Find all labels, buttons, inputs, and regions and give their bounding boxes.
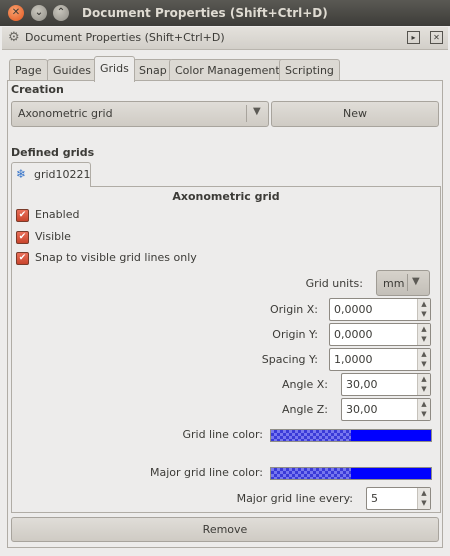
- tab-label: Scripting: [285, 64, 334, 77]
- angle-x-label: Angle X:: [281, 378, 328, 391]
- color-preview: [351, 468, 431, 479]
- visible-checkbox[interactable]: ✔: [16, 231, 29, 244]
- major-grid-every-field[interactable]: 5 ▲ ▼: [366, 487, 431, 510]
- grid-line-color-label: Grid line color:: [182, 428, 263, 441]
- spacing-y-stepper[interactable]: ▲ ▼: [417, 349, 430, 370]
- grid-type-select[interactable]: Axonometric grid ▼: [11, 101, 269, 127]
- tab-label: Grids: [100, 62, 129, 75]
- angle-z-value: 30,00: [346, 403, 378, 416]
- origin-y-label: Origin Y:: [272, 328, 318, 341]
- window-title: Document Properties (Shift+Ctrl+D): [82, 6, 328, 20]
- checkmark-icon: ✔: [18, 210, 27, 220]
- gear-icon: ⚙: [8, 30, 20, 45]
- close-icon: ✕: [433, 33, 440, 42]
- window-close-button[interactable]: ✕: [8, 5, 24, 21]
- tab-label: Color Management: [175, 64, 280, 77]
- enabled-checkbox[interactable]: ✔: [16, 209, 29, 222]
- origin-x-value: 0,0000: [334, 303, 373, 316]
- angle-z-stepper[interactable]: ▲ ▼: [417, 399, 430, 420]
- grid-panel-title: Axonometric grid: [172, 190, 280, 203]
- grid-units-select[interactable]: mm ▼: [376, 270, 430, 296]
- origin-x-field[interactable]: 0,0000 ▲ ▼: [329, 298, 431, 321]
- document-properties-window: ✕ ⌄ ⌃ Document Properties (Shift+Ctrl+D)…: [0, 0, 450, 556]
- origin-x-label: Origin X:: [270, 303, 318, 316]
- origin-y-stepper[interactable]: ▲ ▼: [417, 324, 430, 345]
- tab-grids[interactable]: Grids: [94, 56, 135, 82]
- origin-y-value: 0,0000: [334, 328, 373, 341]
- major-grid-line-color-label: Major grid line color:: [149, 466, 263, 479]
- color-preview: [351, 430, 431, 441]
- divider: [246, 105, 247, 122]
- snowflake-icon: ❄: [16, 167, 27, 181]
- alpha-preview: [271, 430, 351, 441]
- spacing-y-field[interactable]: 1,0000 ▲ ▼: [329, 348, 431, 371]
- tab-snap[interactable]: Snap: [133, 59, 173, 81]
- dock-close-button[interactable]: ✕: [430, 31, 443, 44]
- major-grid-line-color-button[interactable]: [270, 467, 432, 480]
- close-icon: ✕: [11, 7, 21, 18]
- window-maximize-button[interactable]: ⌃: [53, 5, 69, 21]
- alpha-preview: [271, 468, 351, 479]
- play-icon: ▸: [411, 33, 416, 42]
- spacing-y-label: Spacing Y:: [261, 353, 318, 366]
- grid-type-value: Axonometric grid: [18, 107, 113, 120]
- major-grid-every-value: 5: [371, 492, 378, 505]
- tab-page[interactable]: Page: [9, 59, 48, 81]
- dock-title: Document Properties (Shift+Ctrl+D): [25, 31, 225, 44]
- angle-z-label: Angle Z:: [281, 403, 328, 416]
- origin-x-stepper[interactable]: ▲ ▼: [417, 299, 430, 320]
- grid-line-color-button[interactable]: [270, 429, 432, 442]
- snap-visible-only-label: Snap to visible grid lines only: [35, 251, 197, 264]
- tab-label: Guides: [53, 64, 92, 77]
- tab-label: Snap: [139, 64, 167, 77]
- chevron-up-icon: ⌃: [56, 7, 66, 18]
- remove-grid-button[interactable]: Remove: [11, 517, 439, 542]
- angle-x-stepper[interactable]: ▲ ▼: [417, 374, 430, 395]
- angle-z-field[interactable]: 30,00 ▲ ▼: [341, 398, 431, 421]
- snap-visible-only-checkbox[interactable]: ✔: [16, 252, 29, 265]
- dropdown-arrow-icon: ▼: [253, 106, 261, 117]
- tab-scripting[interactable]: Scripting: [279, 59, 340, 81]
- dock-header: ⚙ Document Properties (Shift+Ctrl+D) ▸ ✕: [2, 27, 448, 50]
- enabled-label: Enabled: [35, 208, 80, 221]
- dropdown-arrow-icon: ▼: [412, 276, 420, 287]
- grid-units-value: mm: [383, 277, 405, 290]
- tab-guides[interactable]: Guides: [47, 59, 98, 81]
- new-grid-label: New: [343, 107, 367, 120]
- major-grid-every-label: Major grid line every:: [236, 492, 353, 505]
- visible-label: Visible: [35, 230, 71, 243]
- checkmark-icon: ✔: [18, 253, 27, 263]
- divider: [407, 274, 408, 291]
- dock-iconify-button[interactable]: ▸: [407, 31, 420, 44]
- tab-grid10221[interactable]: ❄ grid10221: [11, 162, 91, 187]
- window-minimize-button[interactable]: ⌄: [31, 5, 47, 21]
- defined-grids-heading: Defined grids: [11, 146, 95, 159]
- remove-label: Remove: [202, 523, 248, 536]
- new-grid-button[interactable]: New: [271, 101, 439, 127]
- spacing-y-value: 1,0000: [334, 353, 373, 366]
- angle-x-value: 30,00: [346, 378, 378, 391]
- major-grid-every-stepper[interactable]: ▲ ▼: [417, 488, 430, 509]
- tab-label: Page: [15, 64, 42, 77]
- grid-units-label: Grid units:: [305, 277, 363, 290]
- window-titlebar[interactable]: ✕ ⌄ ⌃ Document Properties (Shift+Ctrl+D): [0, 0, 450, 26]
- origin-y-field[interactable]: 0,0000 ▲ ▼: [329, 323, 431, 346]
- tab-color-management[interactable]: Color Management: [169, 59, 286, 81]
- creation-heading: Creation: [11, 83, 64, 96]
- chevron-down-icon: ⌄: [34, 7, 44, 18]
- checkmark-icon: ✔: [18, 232, 27, 242]
- grid-tab-label: grid10221: [34, 168, 91, 181]
- angle-x-field[interactable]: 30,00 ▲ ▼: [341, 373, 431, 396]
